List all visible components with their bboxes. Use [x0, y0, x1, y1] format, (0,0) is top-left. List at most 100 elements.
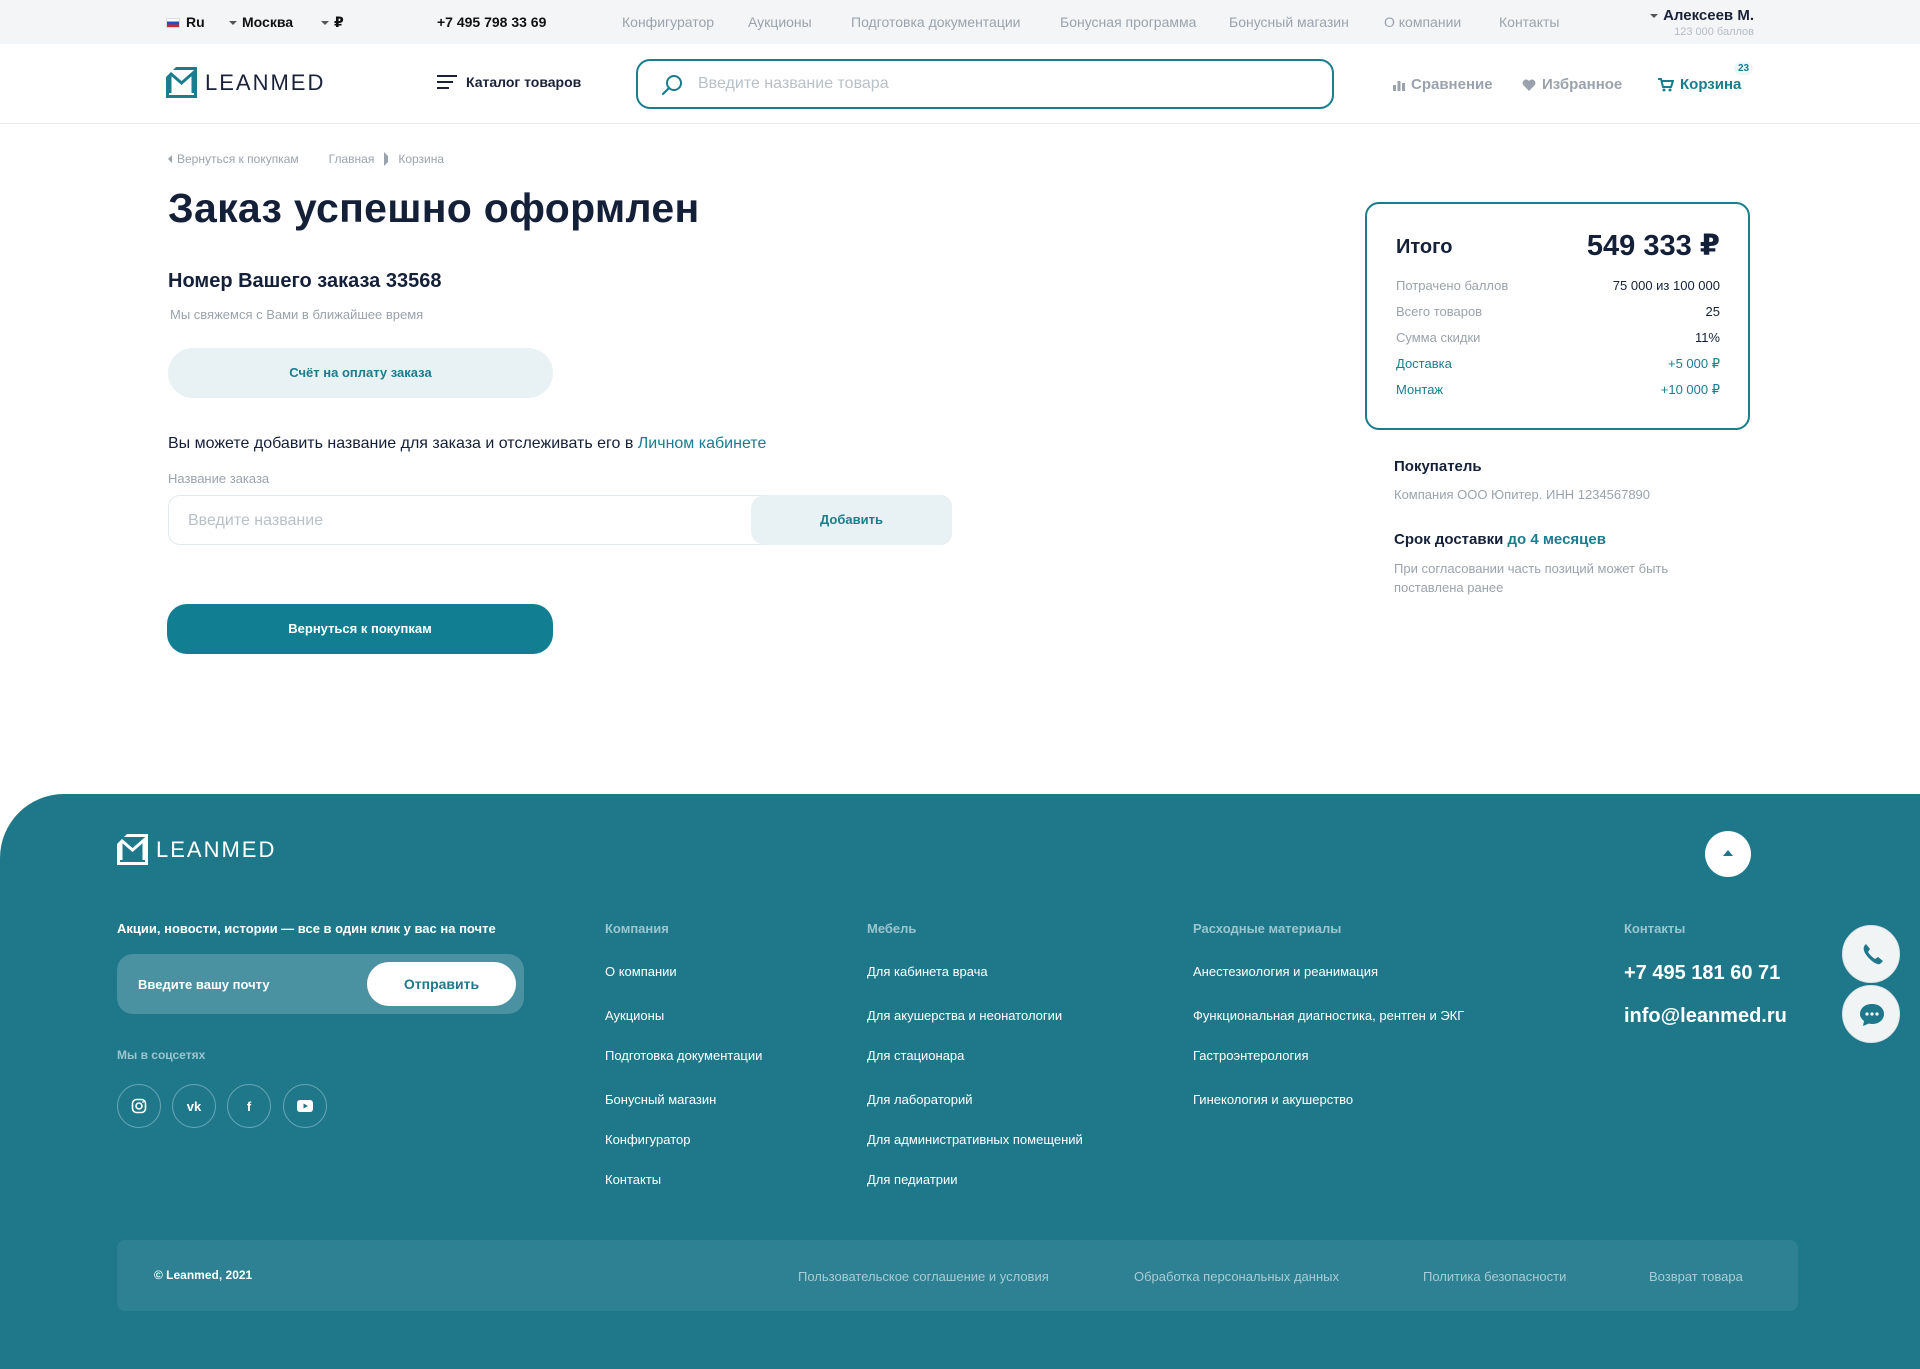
summary-row: Доставка +5 000 ₽ [1396, 356, 1720, 371]
cart-icon [1658, 77, 1674, 91]
menu-icon [437, 75, 457, 89]
footer-link[interactable]: Для кабинета врача [867, 964, 988, 979]
copyright: © Leanmed, 2021 [154, 1268, 253, 1282]
summary-row: Всего товаров 25 [1396, 304, 1720, 319]
footer-phone[interactable]: +7 495 181 60 71 [1624, 962, 1780, 985]
order-name-input[interactable] [188, 509, 728, 533]
contact-note: Мы свяжемся с Вами в ближайшее время [170, 307, 424, 322]
heart-icon [1522, 78, 1536, 91]
user-menu[interactable]: Алексеев М. 123 000 баллов [1650, 7, 1754, 38]
email-input[interactable]: Введите вашу почту [138, 977, 270, 992]
footer-col-furniture-title: Мебель [867, 921, 917, 936]
footer-col-company-title: Компания [605, 921, 669, 936]
footer-link[interactable]: Для педиатрии [867, 1172, 958, 1187]
chevron-down-icon [1650, 14, 1659, 18]
buyer-value: Компания ООО Юпитер. ИНН 1234567890 [1394, 487, 1651, 502]
total-label: Итого [1396, 236, 1453, 258]
footer-col-contacts-title: Контакты [1624, 921, 1686, 936]
chevron-down-icon [229, 21, 237, 25]
back-to-shopping-button[interactable]: Вернуться к покупкам [167, 604, 553, 654]
city-selector[interactable]: Москва [229, 14, 293, 30]
footer-link[interactable]: Бонусный магазин [605, 1092, 716, 1107]
footer-logo[interactable]: LEANMED [117, 834, 276, 865]
catalog-button[interactable]: Каталог товаров [437, 74, 581, 90]
instagram-icon[interactable] [117, 1084, 161, 1128]
footer: LEANMED Акции, новости, истории — все в … [0, 794, 1920, 1369]
delivery-title: Срок доставки до 4 месяцев [1394, 531, 1606, 548]
personal-account-link[interactable]: Личном кабинете [638, 435, 767, 452]
footer-link[interactable]: Для стационара [867, 1048, 964, 1063]
breadcrumb-home[interactable]: Главная [329, 152, 375, 166]
footer-bottom-bar: © Leanmed, 2021 Пользовательское соглаше… [117, 1240, 1798, 1311]
footer-link[interactable]: О компании [605, 964, 677, 979]
footer-link[interactable]: Гинекология и акушерство [1193, 1092, 1353, 1107]
order-number: Номер Вашего заказа 33568 [168, 270, 442, 292]
footer-link[interactable]: Для акушерства и неонатологии [867, 1008, 1062, 1023]
user-name: Алексеев М. [1663, 7, 1754, 24]
vk-icon[interactable]: vk [172, 1084, 216, 1128]
user-points: 123 000 баллов [1674, 26, 1754, 38]
top-bar: Ru Москва ₽ +7 495 798 33 69 Конфигурато… [0, 0, 1920, 44]
logo-text: LEANMED [205, 69, 326, 95]
top-nav-docs[interactable]: Подготовка документации [851, 14, 1021, 30]
facebook-icon[interactable]: f [227, 1084, 271, 1128]
scroll-to-top-button[interactable] [1705, 831, 1751, 877]
newsletter-form: Введите вашу почту Отправить [117, 954, 524, 1014]
footer-link[interactable]: Функциональная диагностика, рентген и ЭК… [1193, 1008, 1464, 1023]
footer-link[interactable]: Аукционы [605, 1008, 664, 1023]
footer-link[interactable]: Гастроэнтерология [1193, 1048, 1308, 1063]
back-to-shopping-link[interactable]: Вернуться к покупкам [168, 152, 299, 166]
top-phone[interactable]: +7 495 798 33 69 [437, 14, 546, 30]
language-selector[interactable]: Ru [166, 14, 205, 30]
footer-bottom-link[interactable]: Возврат товара [1649, 1269, 1743, 1284]
leanmed-logo-icon [166, 67, 197, 98]
send-button[interactable]: Отправить [367, 962, 516, 1006]
leanmed-logo-icon [117, 834, 148, 865]
top-nav-bonus-program[interactable]: Бонусная программа [1060, 14, 1196, 30]
chat-button[interactable] [1842, 985, 1900, 1043]
favorites-link[interactable]: Избранное [1522, 76, 1622, 93]
top-nav-contacts[interactable]: Контакты [1499, 14, 1559, 30]
footer-link[interactable]: Подготовка документации [605, 1048, 762, 1063]
summary-row: Сумма скидки 11% [1396, 330, 1720, 345]
russia-flag-icon [166, 18, 180, 28]
footer-email[interactable]: info@leanmed.ru [1624, 1005, 1787, 1028]
footer-link[interactable]: Для административных помещений [867, 1132, 1083, 1147]
footer-bottom-link[interactable]: Политика безопасности [1423, 1269, 1566, 1284]
top-nav-auctions[interactable]: Аукционы [748, 14, 812, 30]
logo[interactable]: LEANMED [166, 67, 325, 98]
summary-row: Потрачено баллов 75 000 из 100 000 [1396, 278, 1720, 293]
footer-bottom-link[interactable]: Пользовательское соглашение и условия [798, 1269, 1049, 1284]
add-name-button[interactable]: Добавить [751, 495, 952, 545]
currency-selector[interactable]: ₽ [321, 14, 344, 30]
chevron-left-icon [168, 155, 172, 163]
chevron-right-icon [384, 152, 389, 166]
order-name-field: Добавить [168, 495, 952, 545]
invoice-button[interactable]: Счёт на оплату заказа [168, 348, 553, 398]
footer-bottom-link[interactable]: Обработка персональных данных [1134, 1269, 1339, 1284]
footer-link[interactable]: Контакты [605, 1172, 661, 1187]
delivery-note: При согласовании часть позиций может быт… [1394, 561, 1669, 595]
cart-count-badge: 23 [1734, 62, 1754, 75]
footer-link[interactable]: Для лабораторий [867, 1092, 973, 1107]
top-nav-about[interactable]: О компании [1384, 14, 1461, 30]
top-nav-bonus-shop[interactable]: Бонусный магазин [1229, 14, 1349, 30]
call-button[interactable] [1842, 925, 1900, 983]
page-title: Заказ успешно оформлен [168, 185, 700, 231]
cart-link[interactable]: Корзина [1658, 76, 1741, 93]
compare-link[interactable]: Сравнение [1393, 76, 1493, 93]
top-nav-configurator[interactable]: Конфигуратор [622, 14, 714, 30]
search-icon [661, 75, 682, 96]
footer-link[interactable]: Конфигуратор [605, 1132, 690, 1147]
footer-link[interactable]: Анестезиология и реанимация [1193, 964, 1378, 979]
footer-col-supplies-title: Расходные материалы [1193, 921, 1342, 936]
search-input[interactable] [698, 72, 1298, 96]
breadcrumb: Вернуться к покупкам Главная Корзина [168, 152, 474, 166]
order-summary: Итого 549 333 ₽ Потрачено баллов 75 000 и… [1365, 202, 1750, 430]
search-box [636, 59, 1334, 109]
social-title: Мы в соцсетях [117, 1048, 206, 1062]
youtube-icon[interactable] [283, 1084, 327, 1128]
breadcrumb-cart[interactable]: Корзина [398, 152, 444, 166]
header: LEANMED Каталог товаров Сравнение Избран… [0, 44, 1920, 124]
add-name-text: Вы можете добавить название для заказа и… [168, 435, 767, 452]
